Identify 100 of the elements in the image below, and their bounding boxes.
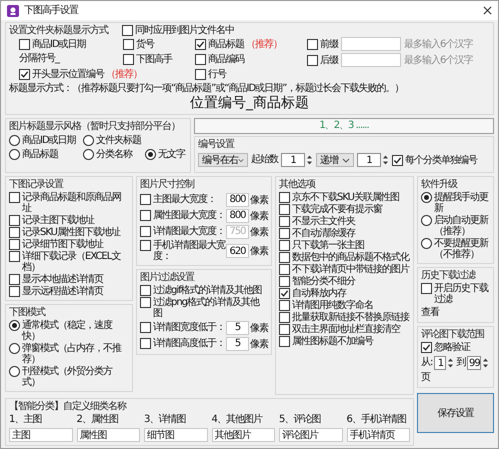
radio-button[interactable]	[421, 215, 432, 226]
text-field[interactable]: 620	[226, 244, 249, 258]
number-field[interactable]: 1	[281, 153, 305, 167]
checkbox-label: 下载完成不要有提示窗	[292, 204, 382, 215]
checkbox[interactable]	[392, 154, 403, 166]
close-icon[interactable]	[483, 6, 492, 15]
checkbox[interactable]	[279, 252, 290, 263]
checkbox[interactable]	[279, 288, 290, 299]
checkbox[interactable]	[123, 54, 134, 64]
text-field[interactable]: 5	[226, 320, 249, 334]
field-label: 6、手机详情图	[346, 414, 407, 426]
checkbox[interactable]	[195, 38, 206, 50]
radio-button[interactable]	[9, 320, 20, 331]
checkbox[interactable]	[279, 240, 290, 251]
checkbox[interactable]	[9, 251, 20, 262]
field-label: 2、属性图	[76, 414, 119, 426]
text-field[interactable]: 其他图片	[212, 428, 275, 442]
checkbox[interactable]	[279, 300, 290, 311]
checkbox[interactable]	[140, 240, 151, 251]
spin-arrows-icon[interactable]	[382, 154, 389, 166]
checkbox-label: 记录细节图下载地址	[22, 239, 103, 250]
radio-button[interactable]	[83, 135, 94, 146]
dropdown[interactable]: 编号在右	[198, 153, 248, 167]
dropdown[interactable]: 递增	[316, 153, 354, 167]
checkbox[interactable]	[195, 68, 206, 80]
text-field[interactable]	[341, 53, 401, 67]
checkbox-label: 显示远程描述详情页	[22, 286, 103, 297]
section-heading: 其他选项	[279, 178, 315, 191]
number-field[interactable]: 99	[467, 356, 482, 370]
spin-arrows-icon[interactable]	[306, 154, 313, 166]
checkbox[interactable]	[279, 336, 290, 347]
checkbox[interactable]	[279, 264, 290, 275]
checkbox[interactable]	[140, 338, 151, 349]
checkbox[interactable]	[421, 283, 432, 294]
checkbox-label: 记录商品标题和原商品网址	[22, 192, 122, 214]
checkbox-label: 商品ID或日期	[32, 38, 86, 50]
number-field[interactable]: 1	[434, 356, 446, 370]
text-field[interactable]: 细节图	[144, 428, 208, 442]
checkbox[interactable]	[140, 322, 151, 333]
checkbox-label: 属性图标题不加编号	[292, 336, 373, 347]
section-heading: 设置文件夹标题显示方式	[9, 24, 108, 37]
radio-label: 商品标题	[22, 149, 58, 160]
checkbox[interactable]	[307, 54, 318, 66]
number-field[interactable]: 1	[357, 153, 381, 167]
checkbox[interactable]	[123, 38, 134, 50]
checkbox[interactable]	[140, 297, 151, 308]
radio-button[interactable]	[421, 192, 432, 203]
text-field[interactable]: 属性图	[76, 428, 140, 442]
number-preview: 1、2、3 ......	[194, 118, 494, 134]
text-field[interactable]: 800	[226, 208, 249, 222]
radio-button[interactable]	[421, 238, 432, 249]
checkbox[interactable]	[140, 285, 151, 296]
checkbox[interactable]	[307, 38, 318, 50]
checkbox[interactable]	[9, 286, 20, 297]
checkbox[interactable]	[279, 228, 290, 239]
checkbox[interactable]	[19, 68, 30, 80]
checkbox-label: 过滤gif格式的详情及其他图	[153, 285, 262, 296]
checkbox[interactable]	[279, 204, 290, 215]
checkbox[interactable]	[9, 227, 20, 238]
radio-button[interactable]	[9, 366, 20, 377]
text-field[interactable]: 800	[226, 192, 249, 206]
section-heading: 下图模式	[9, 306, 45, 319]
checkbox[interactable]	[19, 38, 30, 50]
unit-label: 页	[421, 372, 430, 384]
checkbox[interactable]	[9, 192, 20, 203]
checkbox[interactable]	[279, 192, 290, 203]
checkbox[interactable]	[279, 276, 290, 287]
text-field[interactable]: 手机详情页	[346, 428, 410, 442]
checkbox-label: 行号	[208, 68, 226, 80]
text-field[interactable]	[341, 37, 401, 51]
field-label: 5、评论图	[279, 414, 322, 426]
checkbox[interactable]	[195, 54, 206, 64]
radio-button[interactable]	[145, 149, 156, 160]
radio-button[interactable]	[9, 343, 20, 354]
text-field[interactable]: 5	[226, 336, 249, 350]
checkbox[interactable]	[421, 342, 432, 353]
radio-button[interactable]	[9, 149, 20, 160]
spin-arrows-icon[interactable]	[482, 357, 490, 369]
radio-label: 商品ID或日期	[22, 135, 76, 146]
field-label: 起始数	[251, 154, 278, 166]
text-field[interactable]: 评论图片	[279, 428, 342, 442]
view-link[interactable]: 查看	[421, 307, 439, 319]
radio-button[interactable]	[9, 135, 20, 146]
unit-label: 像素	[250, 194, 268, 206]
app-icon	[7, 4, 19, 16]
text-field[interactable]: 主图	[9, 428, 72, 442]
radio-button[interactable]	[83, 149, 94, 160]
checkbox[interactable]	[279, 324, 290, 335]
checkbox[interactable]	[9, 215, 20, 226]
hint-text: 最多输入6个汉字	[404, 54, 472, 67]
checkbox[interactable]	[122, 25, 133, 36]
checkbox[interactable]	[9, 274, 20, 285]
save-button[interactable]: 保存设置	[417, 393, 494, 433]
spin-arrows-icon[interactable]	[447, 357, 454, 369]
checkbox[interactable]	[9, 239, 20, 250]
field-label: 4、其他图片	[212, 414, 264, 426]
checkbox[interactable]	[140, 194, 151, 205]
checkbox[interactable]	[279, 312, 290, 323]
checkbox[interactable]	[140, 210, 151, 221]
checkbox[interactable]	[279, 216, 290, 227]
